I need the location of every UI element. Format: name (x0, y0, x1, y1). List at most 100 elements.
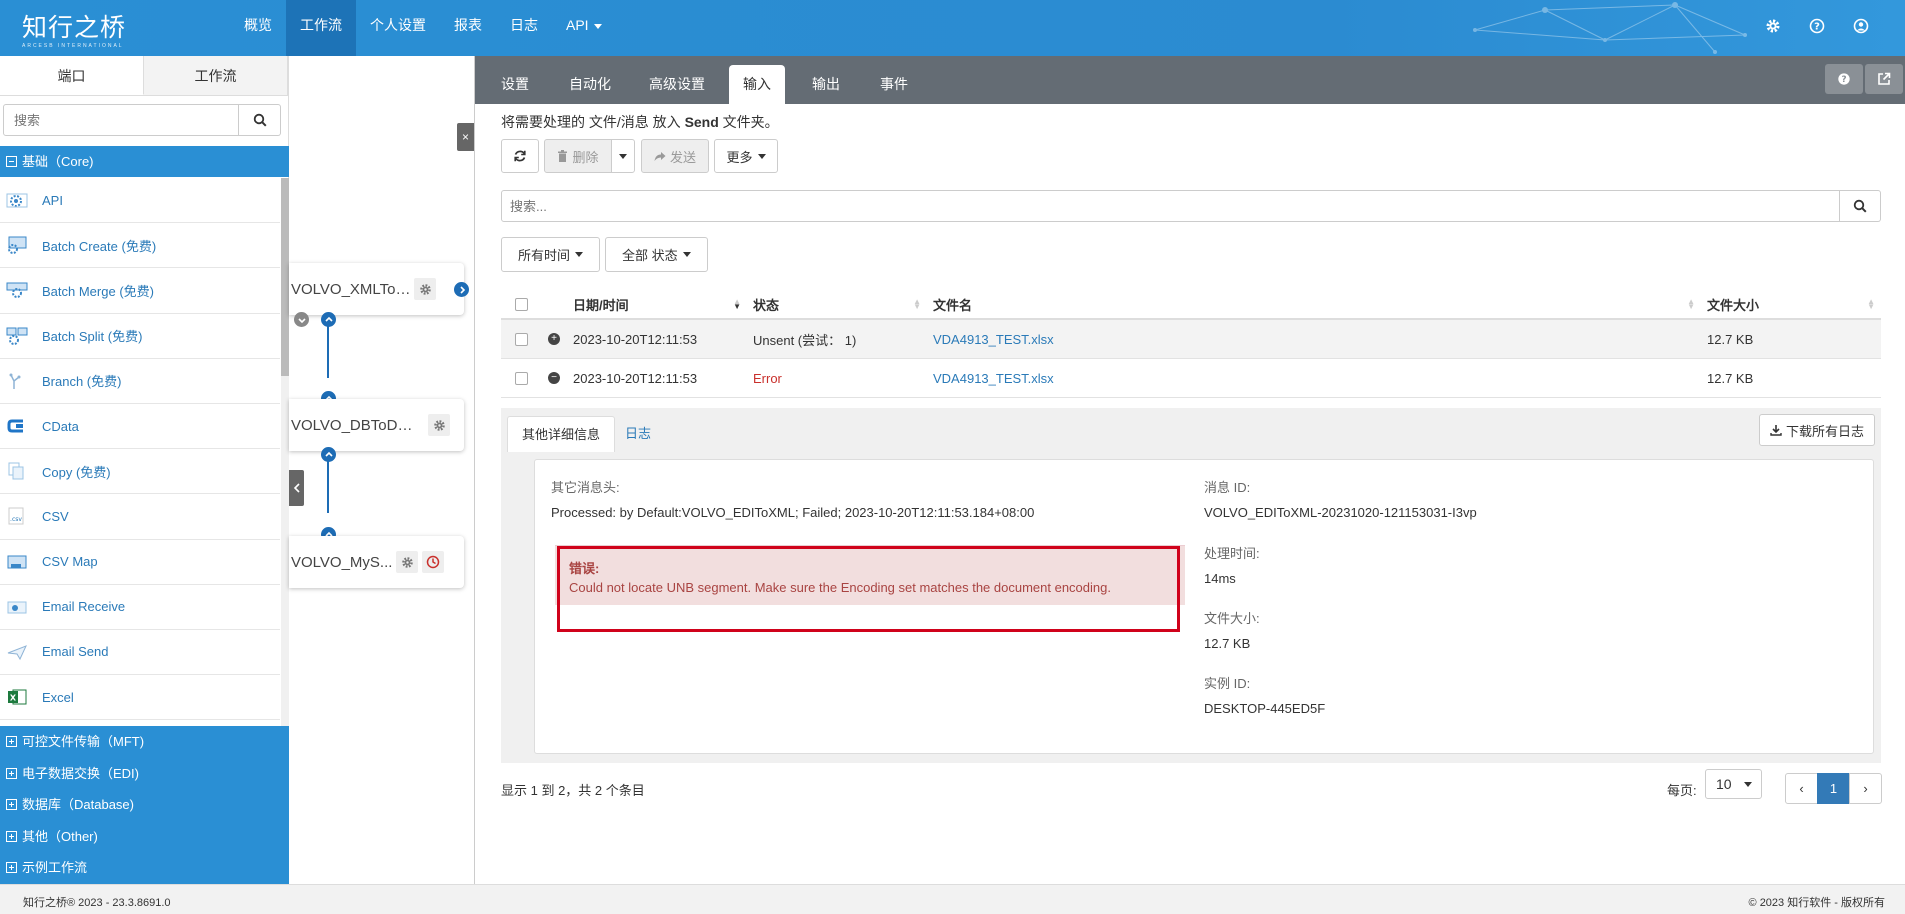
more-dropdown[interactable]: 更多 (714, 139, 778, 173)
collapse-row-icon[interactable]: − (548, 372, 560, 384)
download-all-logs-button[interactable]: 下载所有日志 (1758, 414, 1875, 446)
column-datetime[interactable]: 日期/时间 ▲ ▼ (567, 295, 747, 314)
connector-cdata[interactable]: CData (0, 404, 280, 450)
tab-output[interactable]: 输出 (798, 65, 854, 104)
refresh-button[interactable] (501, 139, 539, 173)
open-external-button[interactable] (1865, 64, 1903, 94)
nav-logs[interactable]: 日志 (496, 0, 552, 56)
delete-dropdown-toggle[interactable] (611, 139, 635, 173)
nav-overview[interactable]: 概览 (230, 0, 286, 56)
nav-reports[interactable]: 报表 (440, 0, 496, 56)
sidebar-search-input[interactable] (3, 104, 239, 136)
chevron-down-icon[interactable] (294, 312, 309, 327)
input-folder-hint: 将需要处理的 文件/消息 放入 Send 文件夹。 (501, 112, 779, 132)
tab-events[interactable]: 事件 (866, 65, 922, 104)
output-connector-icon[interactable] (454, 282, 469, 297)
tab-log[interactable]: 日志 (611, 416, 665, 452)
connector-batch-create[interactable]: Batch Create (免费) (0, 223, 280, 269)
expand-icon (6, 830, 17, 842)
hint-suffix: 文件夹。 (718, 114, 779, 130)
expand-row-icon[interactable]: + (548, 333, 560, 345)
connector-excel[interactable]: X Excel (0, 675, 280, 721)
connector-label: API (42, 192, 63, 208)
table-row[interactable]: + 2023-10-20T12:11:53 Unsent (尝试： 1) VDA… (501, 320, 1881, 359)
message-search-input[interactable] (501, 190, 1840, 222)
cell-datetime: 2023-10-20T12:11:53 (573, 331, 698, 347)
workflow-canvas[interactable]: VOLVO_XMLToEDI VOLVO_DBToDE... VOLVO_MyS… (289, 56, 474, 884)
user-icon[interactable] (1847, 14, 1875, 38)
prev-page-button[interactable]: ‹ (1785, 773, 1818, 804)
collapse-sidebar-button[interactable] (289, 470, 304, 506)
connector-copy[interactable]: Copy (免费) (0, 449, 280, 495)
svg-text:?: ? (1841, 75, 1846, 85)
sidebar-scrollbar-thumb[interactable] (281, 178, 289, 376)
sidebar-search-button[interactable] (239, 104, 281, 136)
footer: 知行之桥® 2023 - 23.3.8691.0 © 2023 知行软件 - 版… (0, 884, 1905, 914)
tab-automation[interactable]: 自动化 (555, 65, 625, 104)
category-label: 可控文件传输（MFT) (22, 734, 145, 749)
connector-csv[interactable]: .csv CSV (0, 494, 280, 540)
next-page-button[interactable]: › (1849, 773, 1882, 804)
workflow-node[interactable]: VOLVO_MyS... (289, 536, 464, 588)
time-filter-dropdown[interactable]: 所有时间 (501, 237, 601, 272)
nav-api-dropdown[interactable]: API (552, 0, 616, 56)
category-other[interactable]: 其他（Other) (0, 821, 289, 853)
category-sample-workflows[interactable]: 示例工作流 (0, 852, 289, 884)
help-button[interactable]: ? (1825, 64, 1863, 94)
gear-icon[interactable] (414, 278, 436, 300)
cell-filename-link[interactable]: VDA4913_TEST.xlsx (927, 332, 1701, 347)
connector-branch[interactable]: Branch (免费) (0, 359, 280, 404)
row-checkbox[interactable] (514, 332, 528, 346)
category-database[interactable]: 数据库（Database) (0, 789, 289, 821)
status-filter-dropdown[interactable]: 全部 状态 (605, 237, 708, 272)
gear-icon[interactable] (1759, 14, 1787, 38)
gear-icon[interactable] (396, 551, 418, 573)
email-send-icon (4, 642, 30, 662)
copy-icon (4, 461, 30, 481)
connector-api[interactable]: API (0, 178, 280, 224)
connector-batch-merge[interactable]: Batch Merge (免费) (0, 268, 280, 314)
column-filesize[interactable]: 文件大小 ▲ ▼ (1701, 295, 1881, 314)
connector-label: Batch Merge (免费) (42, 283, 154, 299)
clock-icon[interactable] (422, 551, 444, 573)
column-filename[interactable]: 文件名 ▲ ▼ (927, 295, 1701, 314)
gear-icon[interactable] (428, 414, 450, 436)
table-row[interactable]: − 2023-10-20T12:11:53 Error VDA4913_TEST… (501, 359, 1881, 398)
connector-email-send[interactable]: Email Send (0, 630, 280, 676)
connector-label: Batch Create (免费) (42, 238, 157, 254)
tab-advanced-settings[interactable]: 高级设置 (635, 65, 719, 104)
per-page-label: 每页: (1667, 783, 1697, 798)
nav-workflow[interactable]: 工作流 (286, 0, 356, 56)
app-logo[interactable]: 知行之桥 ARCESB INTERNATIONAL (22, 8, 126, 49)
select-all-checkbox[interactable] (514, 297, 528, 311)
tab-workflow[interactable]: 工作流 (144, 56, 288, 95)
close-panel-button[interactable]: × (457, 123, 474, 151)
row-checkbox[interactable] (514, 371, 528, 385)
column-status[interactable]: 状态 ▲ ▼ (747, 295, 927, 314)
message-search-button[interactable] (1840, 190, 1881, 222)
connector-email-receive[interactable]: Email Receive (0, 585, 280, 630)
trash-icon (558, 150, 568, 162)
delete-button[interactable]: 删除 (544, 139, 612, 173)
cell-filename-link[interactable]: VDA4913_TEST.xlsx (927, 371, 1701, 386)
workflow-node[interactable]: VOLVO_XMLToEDI (289, 263, 469, 315)
delete-label: 删除 (572, 149, 599, 165)
tab-ports[interactable]: 端口 (0, 56, 144, 95)
category-core[interactable]: 基础（Core) (0, 146, 289, 177)
time-filter-label: 所有时间 (518, 248, 571, 263)
connector-csv-map[interactable]: CSV Map (0, 540, 280, 585)
help-icon[interactable]: ? (1803, 14, 1831, 38)
tab-settings[interactable]: 设置 (487, 65, 543, 104)
tab-other-details[interactable]: 其他详细信息 (507, 416, 616, 452)
send-button[interactable]: 发送 (641, 139, 709, 173)
page-1-button[interactable]: 1 (1817, 773, 1850, 804)
category-edi[interactable]: 电子数据交换（EDI) (0, 758, 289, 790)
category-mft[interactable]: 可控文件传输（MFT) (0, 726, 289, 758)
sort-desc-icon: ▲ ▼ (733, 297, 741, 311)
per-page-select[interactable]: 10 (1705, 769, 1762, 799)
workflow-node[interactable]: VOLVO_DBToDE... (289, 399, 464, 451)
tab-input[interactable]: 输入 (729, 65, 785, 104)
connector-batch-split[interactable]: Batch Split (免费) (0, 314, 280, 359)
expand-icon (6, 736, 17, 747)
nav-personal-settings[interactable]: 个人设置 (356, 0, 440, 56)
